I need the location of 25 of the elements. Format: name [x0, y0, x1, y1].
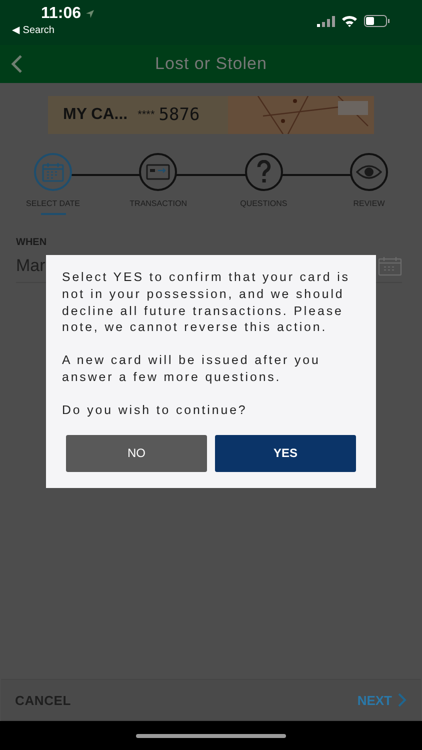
page-title: Lost or Stolen	[155, 54, 267, 74]
card-icon	[146, 164, 170, 180]
card-last-digits: 5876	[158, 105, 200, 125]
eye-icon	[356, 164, 382, 180]
step-circle[interactable]	[350, 153, 388, 191]
back-icon[interactable]	[11, 55, 23, 73]
question-icon	[256, 160, 272, 184]
card-name: MY CA...	[63, 106, 128, 124]
dialog-message: Do you wish to continue?	[62, 402, 248, 419]
dialog-message: Select YES to confirm that your card is not in your possession, and we should decline all future transactions. Please note, we cannot reverse this action.	[62, 269, 351, 336]
card-mask: ****	[138, 109, 155, 121]
calendar-icon	[42, 162, 64, 182]
signal-icon	[317, 16, 335, 26]
confirm-button[interactable]: YES	[215, 434, 356, 472]
decline-button[interactable]: NO	[66, 434, 207, 472]
chevron-right-icon	[397, 693, 407, 707]
back-to-search-link[interactable]: ◀ Search	[12, 24, 96, 36]
location-icon	[85, 9, 96, 19]
battery-icon	[364, 15, 390, 27]
step-circle[interactable]	[244, 153, 283, 191]
dialog-message: A new card will be issued after you answer a few more questions.	[62, 352, 322, 386]
wifi-icon	[341, 15, 358, 27]
calendar-icon[interactable]	[378, 256, 402, 276]
status-time: 11:06	[41, 5, 82, 23]
step-circle[interactable]	[139, 153, 178, 191]
